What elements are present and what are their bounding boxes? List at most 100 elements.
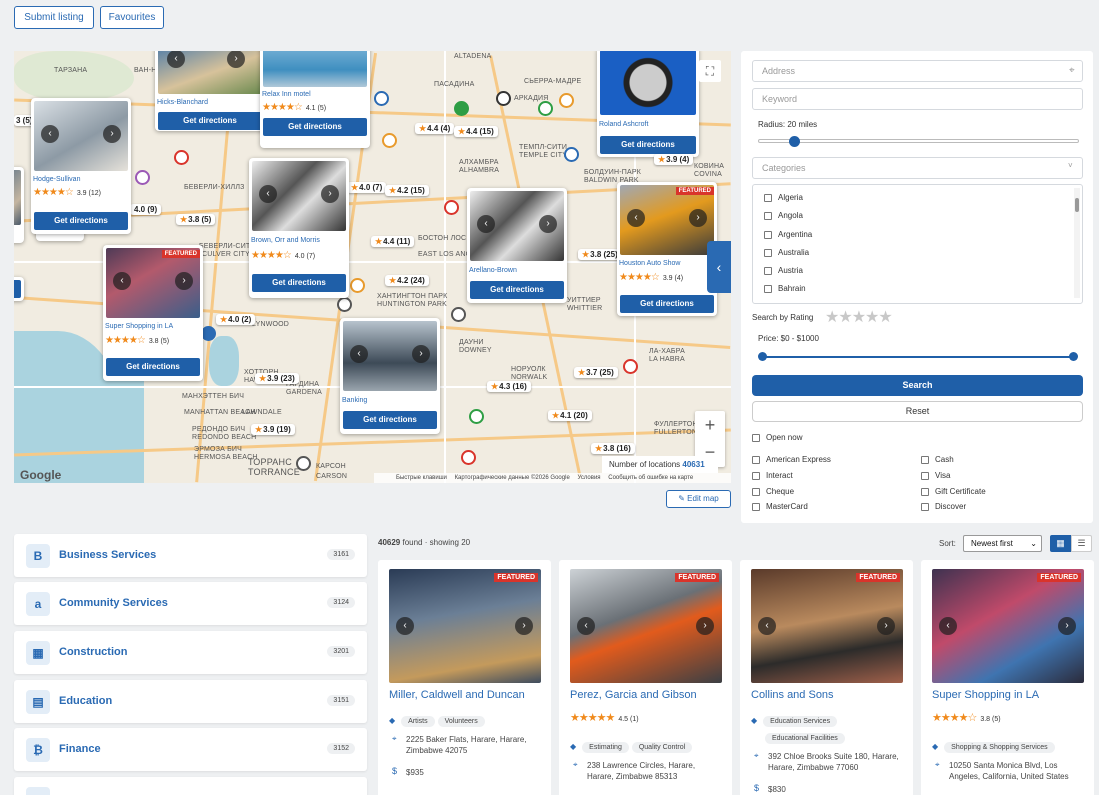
rating-marker[interactable]: ★4.2 (15) xyxy=(385,185,429,196)
category-item[interactable]: ▤ Education 3151 xyxy=(14,680,367,723)
rating-marker[interactable]: ★4.0 (2) xyxy=(216,314,256,325)
map-card[interactable]: ‹ › Banking Get directions xyxy=(340,318,440,434)
rating-marker[interactable]: ★4.2 (24) xyxy=(385,275,429,286)
map[interactable]: ТАРЗАНА ВАН-НАЙС ПАСАДИНА Altadena СЬЕРР… xyxy=(14,51,731,483)
checkbox[interactable] xyxy=(764,230,772,239)
categories-select[interactable]: Categories xyxy=(752,157,1083,179)
rating-marker[interactable]: ★3.9 (23) xyxy=(255,373,299,384)
payment-option[interactable]: American Express xyxy=(752,455,831,464)
get-directions-button[interactable]: Get directions xyxy=(470,281,564,299)
card-name[interactable]: Roland Ashcroft xyxy=(599,121,648,128)
rating-marker[interactable]: ★4.4 (15) xyxy=(454,126,498,137)
chevron-right-icon[interactable]: › xyxy=(103,125,121,143)
card-name[interactable]: Houston Auto Show xyxy=(619,260,681,267)
category-item[interactable]: B Business Services 3161 xyxy=(14,534,367,577)
map-card[interactable]: FEATURED ‹ › Super Shopping in LA ★★★★☆ 3… xyxy=(103,245,203,381)
country-option[interactable]: Argentina xyxy=(764,230,812,239)
tag[interactable]: Volunteers xyxy=(437,716,485,727)
card-name[interactable]: Relax Inn motel xyxy=(262,91,311,98)
search-button[interactable]: Search xyxy=(752,375,1083,396)
chevron-left-icon[interactable]: ‹ xyxy=(396,617,414,635)
payment-option[interactable]: Gift Certificate xyxy=(921,487,986,496)
chevron-left-icon[interactable]: ‹ xyxy=(41,125,59,143)
country-option[interactable]: Algeria xyxy=(764,193,803,202)
country-option[interactable]: Angola xyxy=(764,211,803,220)
card-name[interactable]: Banking xyxy=(342,397,367,404)
terms-link[interactable]: Условия xyxy=(577,475,600,481)
price-max-handle[interactable] xyxy=(1069,352,1078,361)
card-name[interactable]: Super Shopping in LA xyxy=(105,323,173,330)
tag[interactable]: Education Services xyxy=(763,716,838,727)
map-card[interactable]: ‹ › Hodge-Sullivan ★★★★☆ 3.9 (12) Get dir… xyxy=(31,98,131,234)
chevron-right-icon[interactable]: › xyxy=(696,617,714,635)
map-card[interactable]: ‹ › Arellano-Brown Get directions xyxy=(467,188,567,303)
category-item[interactable]: ▦ Construction 3201 xyxy=(14,631,367,674)
payment-option[interactable]: Discover xyxy=(921,502,966,511)
poi-pin[interactable] xyxy=(337,297,352,312)
tag[interactable]: Estimating xyxy=(582,742,629,753)
chevron-right-icon[interactable]: › xyxy=(321,185,339,203)
payment-option[interactable]: Interact xyxy=(752,471,793,480)
payment-option[interactable]: MasterCard xyxy=(752,502,808,511)
poi-pin[interactable] xyxy=(444,200,459,215)
rating-marker[interactable]: ★4.1 (20) xyxy=(548,410,592,421)
checkbox[interactable] xyxy=(764,266,772,275)
map-card[interactable]: ‹ › Brown, Orr and Morris ★★★★☆ 4.0 (7) G… xyxy=(249,158,349,298)
poi-pin[interactable] xyxy=(559,93,574,108)
chevron-left-icon[interactable]: ‹ xyxy=(259,185,277,203)
rating-filter-stars[interactable]: ★★★★★ xyxy=(825,307,893,327)
poi-pin[interactable] xyxy=(296,456,311,471)
rating-marker[interactable]: ★4.3 (16) xyxy=(487,381,531,392)
listing-card[interactable]: FEATURED ‹ › Super Shopping in LA ★★★★☆ 3… xyxy=(921,560,1094,795)
chevron-left-icon[interactable]: ‹ xyxy=(627,209,645,227)
poi-pin[interactable] xyxy=(451,307,466,322)
card-name[interactable]: Hodge-Sullivan xyxy=(33,176,80,183)
listing-title[interactable]: Collins and Sons xyxy=(751,689,834,701)
poi-pin[interactable] xyxy=(201,326,216,341)
map-card[interactable]: Roland Ashcroft Get directions xyxy=(597,51,699,157)
map-card-cropped[interactable] xyxy=(14,277,24,301)
tag[interactable]: Artists xyxy=(401,716,435,727)
collapse-panel-icon[interactable]: ‹ xyxy=(707,241,731,293)
poi-pin[interactable] xyxy=(350,278,365,293)
get-directions-button[interactable]: Get directions xyxy=(600,136,696,154)
price-min-handle[interactable] xyxy=(758,352,767,361)
favourites-button[interactable]: Favourites xyxy=(100,6,164,29)
submit-listing-button[interactable]: Submit listing xyxy=(14,6,94,29)
get-directions-button[interactable]: Get directions xyxy=(106,358,200,376)
chevron-right-icon[interactable]: › xyxy=(539,215,557,233)
rating-marker[interactable]: ★4.0 (7) xyxy=(347,182,387,193)
get-directions-button[interactable]: Get directions xyxy=(263,118,367,136)
checkbox[interactable] xyxy=(764,284,772,293)
chevron-left-icon[interactable]: ‹ xyxy=(113,272,131,290)
listing-card[interactable]: FEATURED ‹ › Miller, Caldwell and Duncan… xyxy=(378,560,551,795)
map-card-cropped[interactable] xyxy=(14,167,24,243)
checkbox[interactable] xyxy=(921,502,929,511)
location-pin-icon[interactable]: ⌖ xyxy=(1069,65,1075,76)
chevron-left-icon[interactable]: ‹ xyxy=(477,215,495,233)
card-name[interactable]: Brown, Orr and Morris xyxy=(251,237,320,244)
poi-pin[interactable] xyxy=(174,150,189,165)
rating-marker[interactable]: ★3.7 (25) xyxy=(574,367,618,378)
poi-pin[interactable] xyxy=(469,409,484,424)
get-directions-button[interactable]: Get directions xyxy=(158,112,262,130)
poi-pin[interactable] xyxy=(538,101,553,116)
listing-title[interactable]: Super Shopping in LA xyxy=(932,689,1039,701)
get-directions-button[interactable]: Get directions xyxy=(620,295,714,313)
rating-marker[interactable]: ★3.9 (19) xyxy=(251,424,295,435)
checkbox[interactable] xyxy=(764,248,772,257)
card-name[interactable]: Hicks-Blanchard xyxy=(157,99,208,106)
get-directions-button[interactable]: Get directions xyxy=(34,212,128,230)
zoom-in-icon[interactable]: + xyxy=(695,411,725,439)
keyboard-shortcuts-link[interactable]: Быстрые клавиши xyxy=(396,475,447,481)
checkbox[interactable] xyxy=(752,487,760,496)
rating-marker[interactable]: 4.0 (9) xyxy=(130,204,162,215)
checkbox[interactable] xyxy=(764,211,772,220)
tag[interactable]: Quality Control xyxy=(631,742,693,753)
chevron-left-icon[interactable]: ‹ xyxy=(939,617,957,635)
edit-map-button[interactable]: ✎ Edit map xyxy=(666,490,731,508)
rating-marker[interactable]: ★3.8 (5) xyxy=(176,214,216,225)
map-card[interactable]: Relax Inn motel ★★★★☆ 4.1 (5) Get directi… xyxy=(260,51,370,148)
checkbox[interactable] xyxy=(764,193,772,202)
map-card[interactable]: FEATURED ‹ › Houston Auto Show ★★★★☆ 3.9 … xyxy=(617,182,717,316)
